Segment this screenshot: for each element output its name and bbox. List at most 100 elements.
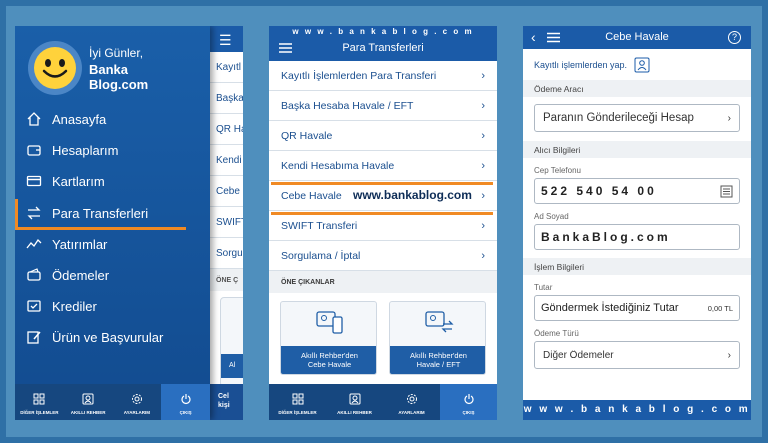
list-item[interactable]: Başka: [210, 83, 243, 114]
tab-label: AKILLI REHBER: [70, 410, 106, 415]
menu-item-anasayfa[interactable]: Anasayfa: [15, 108, 210, 130]
saved-transactions-link[interactable]: Kayıtlı işlemlerden yap.: [523, 49, 751, 80]
tab-label: ÇIKIŞ: [179, 410, 192, 415]
tab-ayarlarim[interactable]: AYARLARIM: [383, 384, 440, 420]
list-item[interactable]: SWIFT Transferi ›: [269, 211, 497, 241]
payment-account-select[interactable]: Paranın Gönderileceği Hesap ›: [534, 104, 740, 132]
home-icon: [27, 112, 41, 126]
hamburger-icon[interactable]: ☰: [210, 26, 243, 52]
grid-icon: [292, 393, 303, 405]
list-item[interactable]: Kendi Hesabıma Havale ›: [269, 151, 497, 181]
menu-item-hesaplarim[interactable]: Hesaplarım: [15, 139, 210, 161]
grid-icon: [33, 393, 45, 405]
list-item[interactable]: Sorgul: [210, 238, 243, 269]
contact-book-icon: [349, 393, 360, 405]
gear-icon: [131, 394, 142, 404]
header: ‹ Cebe Havale ?: [523, 26, 751, 49]
list-item-cebe-havale[interactable]: Cebe Havale www.bankablog.com ›: [269, 181, 497, 211]
phone-contact-icon: [316, 311, 343, 334]
tab-akilli-rehber[interactable]: AKILLI REHBER: [326, 384, 383, 420]
credit-icon: [27, 300, 41, 312]
page-title: Cebe Havale: [605, 31, 669, 43]
field-label: Ödeme Türü: [534, 329, 579, 338]
list-item-label: Kendi Hesabıma Havale: [281, 159, 395, 172]
user-name-line: Banka: [89, 62, 129, 77]
list-item[interactable]: Kayıtl: [210, 52, 243, 83]
name-input[interactable]: BankaBlog.com: [534, 224, 740, 250]
list-item[interactable]: Cebe: [210, 176, 243, 207]
greeting: İyi Günler,: [89, 46, 144, 60]
chevron-right-icon: ›: [727, 349, 731, 361]
url-banner: w w w . b a n k a b l o g . c o m: [523, 400, 751, 420]
menu-item-kartlarim[interactable]: Kartlarım: [15, 170, 210, 192]
tab-cikis[interactable]: ÇIKIŞ: [161, 384, 210, 420]
menu-item-label: Para Transferleri: [52, 205, 149, 221]
feature-card-cebe-havale[interactable]: Akıllı Rehber'den Cebe Havale: [280, 301, 377, 375]
list-item[interactable]: QR Ha: [210, 114, 243, 145]
chevron-right-icon: ›: [481, 129, 485, 142]
feature-card[interactable]: Al: [220, 297, 243, 387]
list-item[interactable]: Kayıtlı İşlemlerden Para Transferi ›: [269, 61, 497, 91]
tab-akilli-rehber[interactable]: AKILLI REHBER: [64, 384, 113, 420]
menu-item-label: Krediler: [52, 298, 97, 314]
tab-diger-islemler[interactable]: DİĞER İŞLEMLER: [15, 384, 64, 420]
feature-card-button[interactable]: Akıllı Rehber'den Havale / EFT: [390, 346, 485, 374]
contact-book-icon: [82, 393, 94, 405]
list-item[interactable]: Başka Hesaba Havale / EFT ›: [269, 91, 497, 121]
gear-icon: [406, 394, 417, 404]
header: Para Transferleri: [269, 38, 497, 61]
section-header: İşlem Bilgileri: [523, 258, 751, 275]
feature-card-havale-eft[interactable]: Akıllı Rehber'den Havale / EFT: [389, 301, 486, 375]
chevron-right-icon: ›: [481, 159, 485, 172]
list-item[interactable]: Sorgulama / İptal ›: [269, 241, 497, 271]
amount-input[interactable]: Göndermek İstediğiniz Tutar 0,00 TL: [534, 295, 740, 321]
phone-value: 522 540 54 00: [541, 184, 657, 198]
chevron-right-icon: ›: [481, 249, 485, 262]
menu-item-krediler[interactable]: Krediler: [15, 295, 210, 317]
tab-diger-islemler[interactable]: DİĞER İŞLEMLER: [269, 384, 326, 420]
menu-item-label: Yatırımlar: [52, 236, 108, 252]
bottom-banner[interactable]: Cel kişi: [210, 384, 243, 420]
highlight-line-bottom: [271, 212, 493, 215]
tab-label: AYARLARIM: [398, 410, 425, 415]
feature-card-line: Akıllı Rehber'den: [410, 351, 467, 360]
feature-card-button[interactable]: Akıllı Rehber'den Cebe Havale: [281, 346, 376, 374]
menu-item-label: Kartlarım: [52, 173, 105, 189]
user-name: Banka Blog.com: [89, 62, 148, 92]
tab-ayarlarim[interactable]: AYARLARIM: [113, 384, 162, 420]
list-item[interactable]: SWIFT: [210, 207, 243, 238]
payment-type-select[interactable]: Diğer Ödemeler ›: [534, 341, 740, 369]
url-banner: w w w . b a n k a b l o g . c o m: [269, 26, 497, 38]
saved-transactions-label: Kayıtlı işlemlerden yap.: [534, 59, 628, 70]
tab-label: ÇIKIŞ: [462, 410, 475, 415]
phone-input[interactable]: 522 540 54 00: [534, 178, 740, 204]
bottom-tab-bar: DİĞER İŞLEMLER AKILLI REHBER AYARLARIM Ç…: [15, 384, 210, 420]
help-icon[interactable]: ?: [728, 31, 741, 44]
transfer-contact-icon: [425, 311, 454, 333]
chevron-right-icon: ›: [727, 112, 731, 124]
menu-item-label: Ürün ve Başvurular: [52, 329, 164, 345]
menu-item-urun-basvurular[interactable]: Ürün ve Başvurular: [15, 326, 210, 348]
list-item[interactable]: QR Havale ›: [269, 121, 497, 151]
contact-list-icon[interactable]: [720, 185, 733, 198]
chevron-right-icon: ›: [481, 99, 485, 112]
tab-label: AYARLARIM: [123, 410, 150, 415]
select-value: Paranın Gönderileceği Hesap: [543, 112, 694, 124]
list-item[interactable]: Kendi: [210, 145, 243, 176]
menu-item-yatirimlar[interactable]: Yatırımlar: [15, 233, 210, 255]
tab-cikis[interactable]: ÇIKIŞ: [440, 384, 497, 420]
select-value: Diğer Ödemeler: [543, 349, 614, 361]
chart-icon: [26, 238, 42, 249]
highlight-line-top: [271, 182, 493, 185]
contact-icon: [634, 57, 650, 72]
menu-item-label: Anasayfa: [52, 111, 107, 127]
menu-item-para-transferleri[interactable]: Para Transferleri: [15, 199, 210, 227]
feature-card-line: Cebe Havale: [307, 360, 352, 369]
user-name-line: Blog.com: [89, 77, 149, 92]
edit-icon: [27, 331, 41, 344]
feature-card-button[interactable]: Al: [221, 354, 243, 378]
menu-item-label: Hesaplarım: [52, 142, 119, 158]
phone-para-transferleri: w w w . b a n k a b l o g . c o m Para T…: [269, 26, 497, 420]
tab-label: DİĞER İŞLEMLER: [278, 410, 317, 415]
menu-item-odemeler[interactable]: Ödemeler: [15, 264, 210, 286]
